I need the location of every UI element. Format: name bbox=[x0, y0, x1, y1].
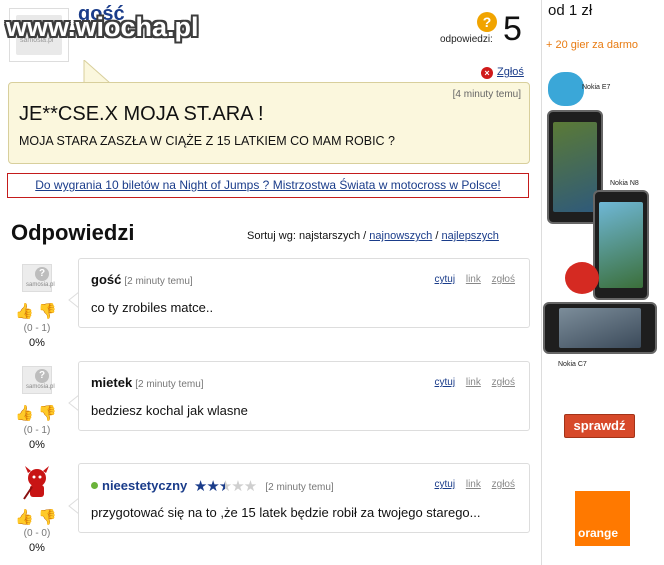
vote-score: (0 - 0) bbox=[23, 528, 51, 539]
answer-actions: cytuj link zgłoś bbox=[427, 479, 516, 490]
question-bubble: [4 minuty temu] JE**CSE.X MOJA ST.ARA ! … bbox=[8, 82, 530, 164]
game-character-icon bbox=[548, 72, 584, 106]
brand-name: orange bbox=[578, 526, 619, 540]
sidebar-divider bbox=[541, 0, 542, 565]
phone-screen bbox=[553, 122, 597, 212]
answer-text: przygotować się na to ,że 15 latek będzi… bbox=[91, 505, 481, 520]
phone-image-3[interactable] bbox=[543, 302, 657, 354]
site-watermark: www.wiocha.pl bbox=[6, 12, 199, 42]
answer-text: bedziesz kochal jak wlasne bbox=[91, 403, 248, 418]
star-icon: ★ bbox=[218, 478, 232, 495]
answer-time: [2 minuty temu] bbox=[265, 482, 334, 493]
avatar-placeholder-icon: ? bbox=[35, 267, 49, 281]
vote-percent: 0% bbox=[29, 542, 45, 554]
question-time: [4 minuty temu] bbox=[452, 89, 521, 100]
promo-banner: Do wygrania 10 biletów na Night of Jumps… bbox=[7, 173, 529, 198]
quote-link[interactable]: cytuj bbox=[435, 479, 456, 490]
thumb-up-icon[interactable]: 👍 bbox=[15, 404, 34, 422]
promo-link[interactable]: Do wygrania 10 biletów na Night of Jumps… bbox=[35, 178, 501, 192]
sort-best-link[interactable]: najlepszych bbox=[441, 230, 498, 242]
permalink-link[interactable]: link bbox=[466, 479, 481, 490]
avatar-mark: samosia.pl bbox=[26, 282, 55, 288]
phone-label: Nokia C7 bbox=[558, 361, 587, 368]
ad-games-text[interactable]: + 20 gier za darmo bbox=[546, 39, 638, 51]
close-icon: × bbox=[481, 67, 493, 79]
question-title: JE**CSE.X MOJA ST.ARA ! bbox=[19, 103, 264, 125]
phone-screen bbox=[559, 308, 641, 348]
answer-bubble: mietek [2 minuty temu] cytuj link zgłoś b… bbox=[78, 361, 530, 431]
angry-bird-icon bbox=[565, 262, 599, 294]
sort-label: Sortuj wg: najstarszych / bbox=[247, 230, 367, 242]
answer-time: [2 minuty temu] bbox=[135, 379, 204, 390]
answer-time: [2 minuty temu] bbox=[124, 276, 193, 287]
sort-controls: Sortuj wg: najstarszych / najnowszych / … bbox=[247, 230, 499, 242]
quote-link[interactable]: cytuj bbox=[435, 377, 456, 388]
vote-percent: 0% bbox=[29, 337, 45, 349]
help-icon[interactable]: ? bbox=[477, 12, 497, 32]
answer-text: co ty zrobiles matce.. bbox=[91, 300, 214, 315]
phone-image-2[interactable] bbox=[593, 190, 649, 300]
sort-separator: / bbox=[435, 230, 439, 242]
sort-newest-link[interactable]: najnowszych bbox=[369, 230, 432, 242]
thumb-down-icon[interactable]: 👎 bbox=[38, 404, 57, 422]
vote-score: (0 - 1) bbox=[23, 425, 51, 436]
vote-percent: 0% bbox=[29, 439, 45, 451]
check-button[interactable]: sprawdź bbox=[564, 414, 635, 438]
thumb-up-icon[interactable]: 👍 bbox=[15, 508, 34, 526]
answer-author[interactable]: nieestetyczny ★★★★★ [2 minuty temu] bbox=[91, 477, 334, 495]
permalink-link[interactable]: link bbox=[466, 377, 481, 388]
orange-logo[interactable]: orange bbox=[575, 491, 630, 546]
permalink-link[interactable]: link bbox=[466, 274, 481, 285]
rank-stars: ★★★★★ bbox=[194, 478, 259, 495]
star-icon: ★ bbox=[193, 478, 207, 495]
star-icon: ★ bbox=[243, 478, 257, 495]
thumb-down-icon[interactable]: 👎 bbox=[38, 302, 57, 320]
star-icon: ★ bbox=[231, 478, 244, 495]
vote-score: (0 - 1) bbox=[23, 323, 51, 334]
report-label[interactable]: Zgłoś bbox=[497, 66, 524, 78]
author-name[interactable]: nieestetyczny bbox=[102, 478, 187, 493]
answer-actions: cytuj link zgłoś bbox=[427, 377, 516, 388]
answers-count: 5 bbox=[503, 10, 522, 48]
answer-author[interactable]: mietek [2 minuty temu] bbox=[91, 375, 204, 390]
author-name[interactable]: mietek bbox=[91, 375, 132, 390]
avatar-mark: samosia.pl bbox=[26, 384, 55, 390]
quote-link[interactable]: cytuj bbox=[435, 274, 456, 285]
report-answer-link[interactable]: zgłoś bbox=[492, 479, 515, 490]
star-icon: ★ bbox=[206, 478, 219, 495]
question-tail bbox=[83, 60, 112, 84]
thumb-up-icon[interactable]: 👍 bbox=[15, 302, 34, 320]
answers-count-label: odpowiedzi: bbox=[440, 34, 493, 45]
report-answer-link[interactable]: zgłoś bbox=[492, 377, 515, 388]
answers-title: Odpowiedzi bbox=[11, 220, 135, 245]
phone-screen bbox=[599, 202, 643, 288]
answer-bubble: nieestetyczny ★★★★★ [2 minuty temu] cytu… bbox=[78, 463, 530, 533]
report-question-link[interactable]: × Zgłoś bbox=[481, 66, 524, 79]
answer-author[interactable]: gość [2 minuty temu] bbox=[91, 272, 193, 287]
phone-label: Nokia E7 bbox=[582, 84, 611, 91]
question-body: MOJA STARA ZASZŁA W CIĄŻE Z 15 LATKIEM C… bbox=[19, 134, 395, 148]
devil-avatar[interactable] bbox=[20, 465, 54, 501]
online-icon bbox=[91, 482, 98, 489]
thumb-down-icon[interactable]: 👎 bbox=[38, 508, 57, 526]
author-name[interactable]: gość bbox=[91, 272, 121, 287]
phone-label: Nokia N8 bbox=[610, 180, 639, 187]
answer-bubble: gość [2 minuty temu] cytuj link zgłoś co … bbox=[78, 258, 530, 328]
answer-avatar[interactable]: ? samosia.pl bbox=[22, 264, 55, 292]
report-answer-link[interactable]: zgłoś bbox=[492, 274, 515, 285]
answer-avatar[interactable]: ? samosia.pl bbox=[22, 366, 55, 394]
answer-actions: cytuj link zgłoś bbox=[427, 274, 516, 285]
avatar-placeholder-icon: ? bbox=[35, 369, 49, 383]
ad-headline[interactable]: od 1 zł bbox=[548, 2, 592, 19]
